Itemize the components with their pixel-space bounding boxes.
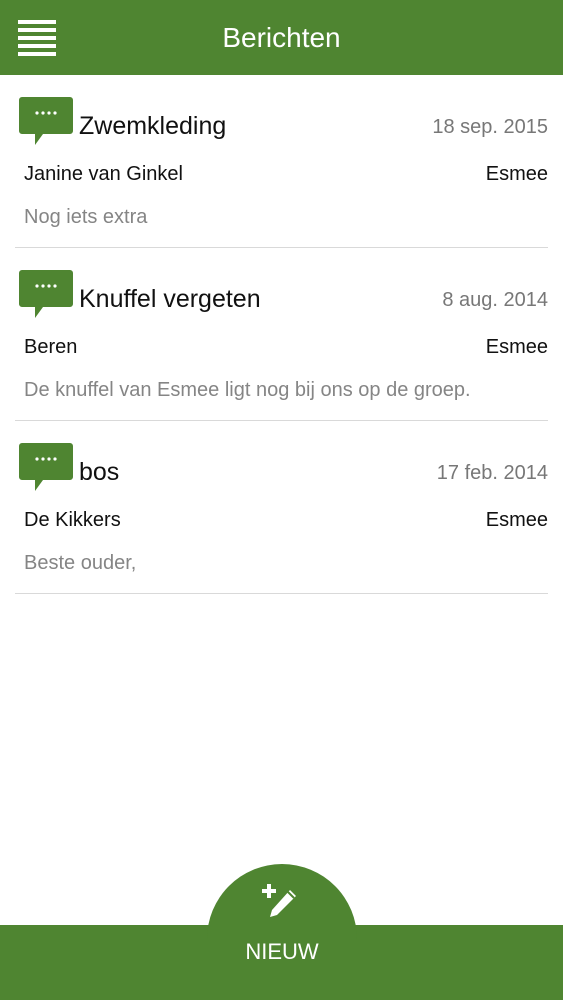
message-sender: De Kikkers xyxy=(24,509,121,531)
message-recipient: Esmee xyxy=(485,163,548,185)
message-preview: Beste ouder, xyxy=(24,552,137,574)
message-item[interactable]: bos 17 feb. 2014 De Kikkers Esmee Beste … xyxy=(15,421,548,594)
message-item[interactable]: Zwemkleding 18 sep. 2015 Janine van Gink… xyxy=(15,75,548,248)
message-sender: Janine van Ginkel xyxy=(24,163,183,185)
message-subject: bos xyxy=(79,458,120,486)
message-recipient: Esmee xyxy=(485,509,548,531)
app-screen: Berichten Zwemkleding 18 sep. 2015 Janin… xyxy=(0,0,563,1000)
message-preview: De knuffel van Esmee ligt nog bij ons op… xyxy=(24,379,471,401)
message-subject: Zwemkleding xyxy=(79,112,227,140)
message-subject: Knuffel vergeten xyxy=(79,285,261,313)
new-button-label: NIEUW xyxy=(245,939,319,964)
message-preview: Nog iets extra xyxy=(24,206,148,228)
message-sender: Beren xyxy=(24,336,78,358)
new-message-button[interactable]: NIEUW xyxy=(207,864,357,1000)
page-title: Berichten xyxy=(222,22,341,53)
message-date: 18 sep. 2015 xyxy=(432,116,548,138)
compose-pencil-icon xyxy=(262,884,296,917)
speech-bubble-icon xyxy=(19,270,73,318)
message-date: 8 aug. 2014 xyxy=(442,289,548,311)
message-recipient: Esmee xyxy=(485,336,548,358)
header-bar: Berichten xyxy=(0,0,563,75)
speech-bubble-icon xyxy=(19,443,73,491)
speech-bubble-icon xyxy=(19,97,73,145)
message-date: 17 feb. 2014 xyxy=(436,462,548,484)
message-list: Zwemkleding 18 sep. 2015 Janine van Gink… xyxy=(0,75,563,594)
message-item[interactable]: Knuffel vergeten 8 aug. 2014 Beren Esmee… xyxy=(15,248,548,421)
